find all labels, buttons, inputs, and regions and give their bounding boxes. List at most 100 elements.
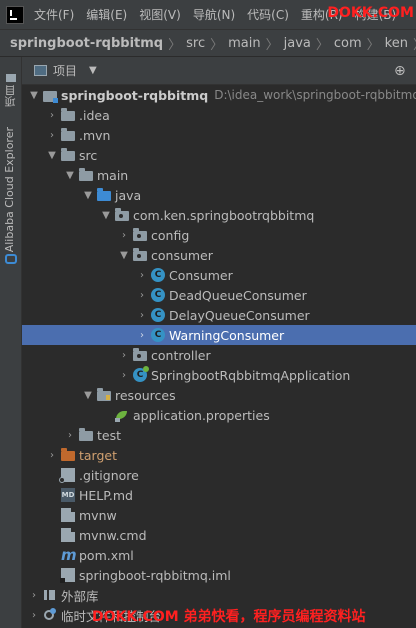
tree-row-java[interactable]: ▼ java	[22, 185, 416, 205]
menu-code[interactable]: 代码(C)	[247, 6, 289, 23]
menu-build[interactable]: 构建(B)	[355, 6, 397, 23]
chevron-right-icon[interactable]: ›	[136, 330, 148, 341]
project-tool-tab-label: 项目	[4, 85, 17, 107]
chevron-down-icon[interactable]: ▼	[64, 170, 76, 181]
breadcrumb-item[interactable]: java	[284, 36, 311, 51]
tree-item-label: 临时文件和控制台	[61, 608, 162, 624]
tree-row-target[interactable]: › target	[22, 445, 416, 465]
tree-item-label: resources	[115, 387, 176, 403]
chevron-down-icon[interactable]: ▼	[82, 190, 94, 201]
tree-row-resources[interactable]: ▼ resources	[22, 385, 416, 405]
chevron-right-icon[interactable]: ›	[28, 590, 40, 601]
tree-row-mvnw-cmd[interactable]: mvnw.cmd	[22, 525, 416, 545]
chevron-right-icon[interactable]: ›	[118, 230, 130, 241]
chevron-down-icon[interactable]: ▼	[118, 250, 130, 261]
tree-row-iml[interactable]: springboot-rqbbitmq.iml	[22, 565, 416, 585]
tree-row-mvnw[interactable]: mvnw	[22, 505, 416, 525]
chevron-right-icon[interactable]: ›	[118, 350, 130, 361]
tree-row-deadqueueconsumer[interactable]: › C DeadQueueConsumer	[22, 285, 416, 305]
alibaba-cloud-explorer-tab[interactable]: Alibaba Cloud Explorer	[3, 127, 16, 252]
tree-row-test[interactable]: › test	[22, 425, 416, 445]
class-icon: C	[151, 308, 165, 322]
intellij-logo-icon[interactable]	[6, 5, 24, 24]
source-folder-icon	[97, 188, 111, 201]
tree-row-project-root[interactable]: ▼ springboot-rqbbitmq D:\idea_work\sprin…	[22, 85, 416, 105]
chevron-right-icon[interactable]: ›	[46, 450, 58, 461]
folder-icon	[61, 108, 75, 121]
chevron-right-icon[interactable]: ›	[136, 270, 148, 281]
tree-row-warningconsumer[interactable]: › C WarningConsumer	[22, 325, 416, 345]
tree-row-gitignore[interactable]: .gitignore	[22, 465, 416, 485]
tree-row-main[interactable]: ▼ main	[22, 165, 416, 185]
menu-edit[interactable]: 编辑(E)	[86, 6, 127, 23]
tree-item-label: main	[97, 167, 129, 183]
chevron-right-icon[interactable]: ›	[64, 430, 76, 441]
folder-icon	[79, 168, 93, 181]
chevron-down-icon[interactable]: ▼	[46, 150, 58, 161]
maven-icon: m	[61, 546, 77, 564]
breadcrumb-item[interactable]: src	[186, 36, 205, 51]
tree-row-mvn[interactable]: › .mvn	[22, 125, 416, 145]
breadcrumb-separator-icon: 〉	[265, 37, 279, 53]
package-icon	[115, 208, 129, 221]
tree-row-consumer-class[interactable]: › C Consumer	[22, 265, 416, 285]
project-tool-tab[interactable]: 项目	[3, 65, 19, 107]
tree-item-label: java	[115, 187, 142, 203]
tree-row-delayqueueconsumer[interactable]: › C DelayQueueConsumer	[22, 305, 416, 325]
breadcrumb-item[interactable]: ken	[385, 36, 408, 51]
project-path: D:\idea_work\springboot-rqbbitmq	[214, 88, 416, 102]
spring-boot-app-icon: C	[133, 366, 149, 382]
chevron-right-icon[interactable]: ›	[118, 370, 130, 381]
menu-file[interactable]: 文件(F)	[34, 6, 74, 23]
chevron-down-icon[interactable]: ▼	[100, 210, 112, 221]
tree-item-label: 外部库	[61, 588, 99, 604]
panel-title[interactable]: 项目	[53, 62, 77, 79]
menu-view[interactable]: 视图(V)	[139, 6, 181, 23]
project-panel-header: 项目 ▼ ⊕	[22, 57, 416, 85]
excluded-folder-icon	[61, 448, 75, 461]
tree-item-label: .mvn	[79, 127, 111, 143]
chevron-right-icon[interactable]: ›	[46, 130, 58, 141]
tree-row-application-properties[interactable]: application.properties	[22, 405, 416, 425]
tree-row-help-md[interactable]: MD HELP.md	[22, 485, 416, 505]
chevron-down-icon[interactable]: ▼	[89, 65, 97, 76]
tree-row-src[interactable]: ▼ src	[22, 145, 416, 165]
breadcrumb-separator-icon: 〉	[315, 37, 329, 53]
menu-navigate[interactable]: 导航(N)	[193, 6, 235, 23]
chevron-down-icon[interactable]: ▼	[82, 390, 94, 401]
chevron-right-icon[interactable]: ›	[46, 110, 58, 121]
tree-row-controller[interactable]: › controller	[22, 345, 416, 365]
tree-row-idea[interactable]: › .idea	[22, 105, 416, 125]
tree-item-label: springboot-rqbbitmq.iml	[79, 567, 231, 583]
tree-row-application-class[interactable]: › C SpringbootRqbbitmqApplication	[22, 365, 416, 385]
tree-item-label: HELP.md	[79, 487, 133, 503]
tree-item-label: mvnw.cmd	[79, 527, 147, 543]
menu-refactor[interactable]: 重构(R)	[301, 6, 343, 23]
chevron-right-icon[interactable]: ›	[136, 310, 148, 321]
chevron-down-icon[interactable]: ▼	[28, 90, 40, 101]
tree-item-label: DelayQueueConsumer	[169, 307, 310, 323]
breadcrumb-item[interactable]: com	[334, 36, 362, 51]
file-icon	[61, 528, 75, 542]
breadcrumb-item[interactable]: main	[228, 36, 260, 51]
chevron-right-icon[interactable]: ›	[28, 610, 40, 621]
alibaba-cloud-icon[interactable]	[5, 254, 17, 264]
left-tool-strip: 项目 Alibaba Cloud Explorer	[0, 57, 22, 628]
menu-bar: 文件(F) 编辑(E) 视图(V) 导航(N) 代码(C) 重构(R) 构建(B…	[0, 0, 416, 30]
package-icon	[133, 228, 147, 241]
tree-row-consumer-package[interactable]: ▼ consumer	[22, 245, 416, 265]
package-icon	[133, 248, 147, 261]
chevron-right-icon[interactable]: ›	[136, 290, 148, 301]
tree-row-root-package[interactable]: ▼ com.ken.springbootrqbbitmq	[22, 205, 416, 225]
resources-folder-icon	[97, 388, 111, 401]
iml-icon	[60, 568, 75, 583]
tree-item-label: WarningConsumer	[169, 327, 285, 343]
target-icon[interactable]: ⊕	[394, 64, 408, 78]
tree-row-external-libraries[interactable]: › 外部库	[22, 585, 416, 605]
module-folder-icon	[43, 90, 58, 103]
breadcrumb-item[interactable]: springboot-rqbbitmq	[10, 36, 163, 51]
tree-item-label: test	[97, 427, 122, 443]
tree-row-scratches[interactable]: › 临时文件和控制台	[22, 605, 416, 625]
tree-row-pom-xml[interactable]: m pom.xml	[22, 545, 416, 565]
tree-row-config[interactable]: › config	[22, 225, 416, 245]
